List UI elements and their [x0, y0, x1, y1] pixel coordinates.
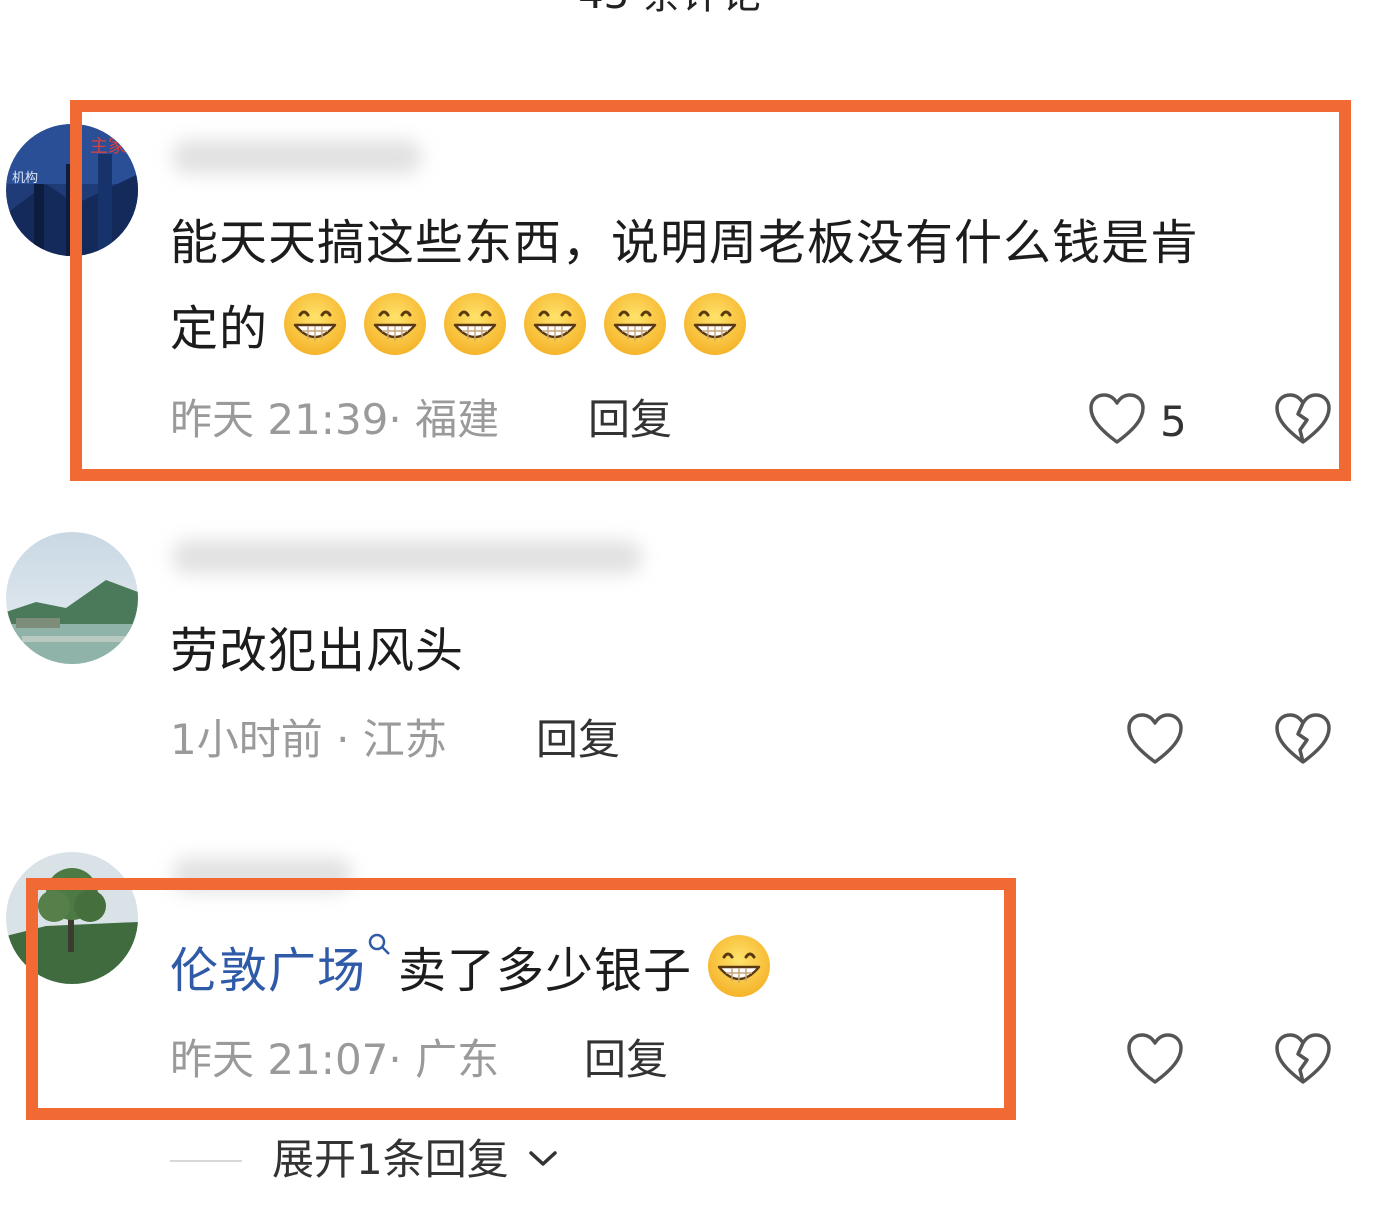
broken-heart-icon	[1275, 713, 1331, 764]
reply-button[interactable]: 回复	[536, 714, 620, 766]
like-button[interactable]	[1126, 1032, 1184, 1086]
like-count: 5	[1160, 397, 1187, 446]
search-icon[interactable]	[366, 931, 392, 957]
comment-location: · 广东	[388, 1035, 500, 1084]
broken-heart-icon	[1275, 1033, 1331, 1084]
grinning-face-emoji	[684, 293, 747, 355]
emoji-row	[268, 293, 748, 357]
comment-time: 1小时前	[170, 715, 323, 764]
avatar[interactable]	[6, 532, 138, 664]
grinning-face-emoji	[444, 293, 507, 355]
grinning-face-emoji	[708, 935, 771, 997]
dislike-button[interactable]	[1274, 712, 1332, 766]
expand-replies-label: 展开1条回复	[272, 1135, 509, 1184]
avatar-image	[6, 852, 138, 984]
comment-location: · 福建	[388, 395, 500, 444]
reply-button[interactable]: 回复	[588, 394, 672, 446]
comment-location: · 江苏	[336, 715, 447, 764]
heart-icon	[1089, 393, 1145, 444]
comment-text-line1: 能天天搞这些东西，说明周老板没有什么钱是肯	[170, 215, 1200, 271]
comment-text: 劳改犯出风头	[170, 623, 465, 679]
svg-text:主家: 主家	[90, 136, 126, 157]
avatar[interactable]	[6, 852, 138, 984]
reply-button[interactable]: 回复	[584, 1034, 668, 1086]
comment-meta: 昨天 21:07· 广东	[170, 1034, 499, 1086]
heart-icon	[1127, 713, 1183, 764]
topic-link[interactable]: 伦敦广场	[170, 943, 366, 999]
grinning-face-emoji	[604, 293, 667, 355]
comment-meta: 昨天 21:39· 福建	[170, 394, 499, 446]
like-button[interactable]	[1126, 712, 1184, 766]
heart-icon	[1127, 1033, 1183, 1084]
expand-replies-button[interactable]: 展开1条回复	[272, 1134, 558, 1186]
like-button[interactable]	[1088, 392, 1146, 446]
comment-text-tail: 定的	[170, 301, 269, 357]
broken-heart-icon	[1275, 393, 1331, 444]
comment-time: 昨天 21:39	[170, 395, 389, 444]
dislike-button[interactable]	[1274, 1032, 1332, 1086]
comment-text: 伦敦广场 卖了多少银子	[170, 928, 772, 1014]
emoji-row	[692, 935, 772, 999]
comment-text: 能天天搞这些东西，说明周老板没有什么钱是肯 定的	[170, 200, 1330, 372]
comment-count-title: 43 条评论	[0, 0, 1340, 20]
username-blurred[interactable]	[172, 540, 642, 574]
comment-meta: 1小时前 · 江苏	[170, 714, 447, 766]
comment-text-line2: 定的	[170, 286, 1330, 372]
svg-text:机构: 机构	[12, 171, 38, 186]
avatar[interactable]: 主家 机构	[6, 124, 138, 256]
grinning-face-emoji	[364, 293, 427, 355]
username-blurred[interactable]	[172, 858, 352, 892]
grinning-face-emoji	[524, 293, 587, 355]
divider	[170, 1160, 242, 1162]
dislike-button[interactable]	[1274, 392, 1332, 446]
avatar-image: 主家 机构	[6, 124, 138, 256]
comment-text-body: 卖了多少银子	[398, 943, 693, 999]
grinning-face-emoji	[284, 293, 347, 355]
comment-time: 昨天 21:07	[170, 1035, 389, 1084]
chevron-down-icon	[529, 1151, 557, 1166]
username-blurred[interactable]	[172, 140, 422, 174]
avatar-image	[6, 532, 138, 664]
